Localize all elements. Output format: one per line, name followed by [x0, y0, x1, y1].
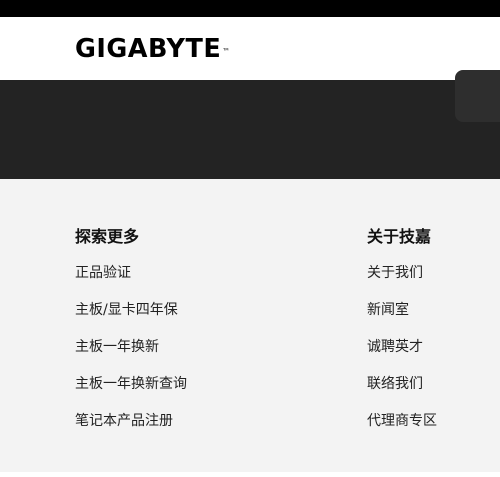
- footer-link-about-us[interactable]: 关于我们: [367, 264, 437, 282]
- floating-panel: [455, 70, 500, 122]
- top-bar: [0, 0, 500, 17]
- hero-dark-band: [0, 80, 500, 179]
- footer-link-laptop-registration[interactable]: 笔记本产品注册: [75, 412, 187, 430]
- footer-link-one-year-replacement[interactable]: 主板一年换新: [75, 338, 187, 356]
- footer-link-list: 正品验证 主板/显卡四年保 主板一年换新 主板一年换新查询 笔记本产品注册: [75, 264, 187, 430]
- bottom-strip: [0, 472, 500, 477]
- footer-link-list: 关于我们 新闻室 诚聘英才 联络我们 代理商专区: [367, 264, 437, 430]
- logo-text: GIGABYTE: [75, 34, 222, 64]
- site-footer: 探索更多 正品验证 主板/显卡四年保 主板一年换新 主板一年换新查询 笔记本产品…: [0, 179, 500, 477]
- trademark-mark: ™: [222, 47, 231, 56]
- footer-column-explore: 探索更多 正品验证 主板/显卡四年保 主板一年换新 主板一年换新查询 笔记本产品…: [75, 227, 187, 449]
- gigabyte-logo[interactable]: GIGABYTE™: [75, 35, 230, 63]
- footer-link-four-year-warranty[interactable]: 主板/显卡四年保: [75, 301, 187, 319]
- footer-column-title: 关于技嘉: [367, 227, 432, 246]
- footer-link-authenticity-check[interactable]: 正品验证: [75, 264, 187, 282]
- footer-link-replacement-query[interactable]: 主板一年换新查询: [75, 375, 187, 393]
- footer-column-title: 探索更多: [75, 227, 140, 246]
- footer-link-distributor-area[interactable]: 代理商专区: [367, 412, 437, 430]
- site-header: GIGABYTE™: [0, 17, 500, 80]
- footer-link-contact-us[interactable]: 联络我们: [367, 375, 437, 393]
- footer-link-newsroom[interactable]: 新闻室: [367, 301, 437, 319]
- footer-link-careers[interactable]: 诚聘英才: [367, 338, 437, 356]
- footer-column-about: 关于技嘉 关于我们 新闻室 诚聘英才 联络我们 代理商专区: [367, 227, 437, 449]
